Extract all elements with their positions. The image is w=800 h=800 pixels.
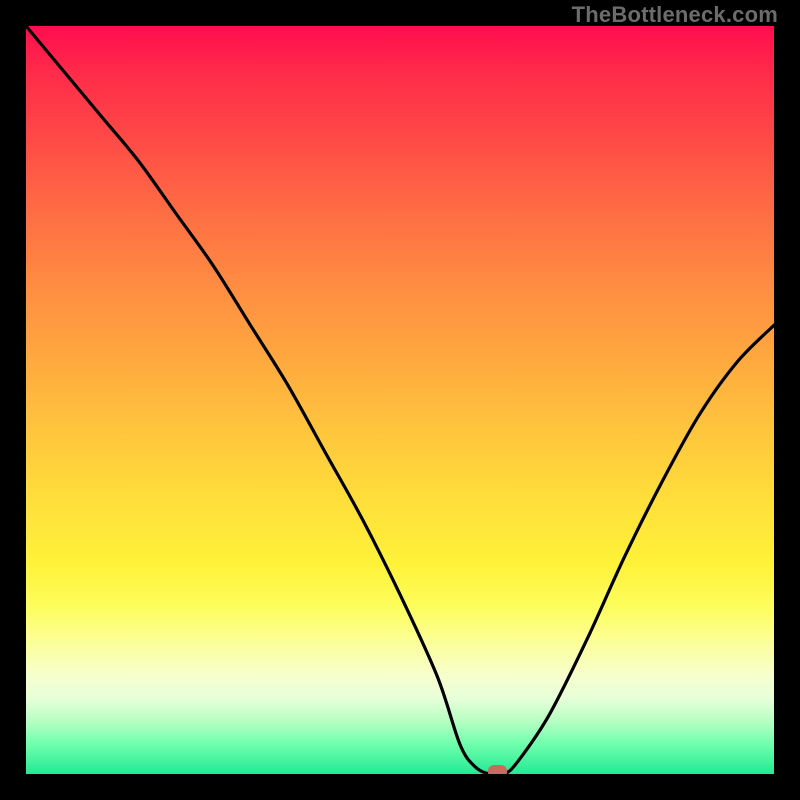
optimal-point-marker [488,765,507,774]
watermark-text: TheBottleneck.com [572,2,778,28]
bottleneck-curve [26,26,774,774]
plot-area [26,26,774,774]
chart-frame: TheBottleneck.com [0,0,800,800]
